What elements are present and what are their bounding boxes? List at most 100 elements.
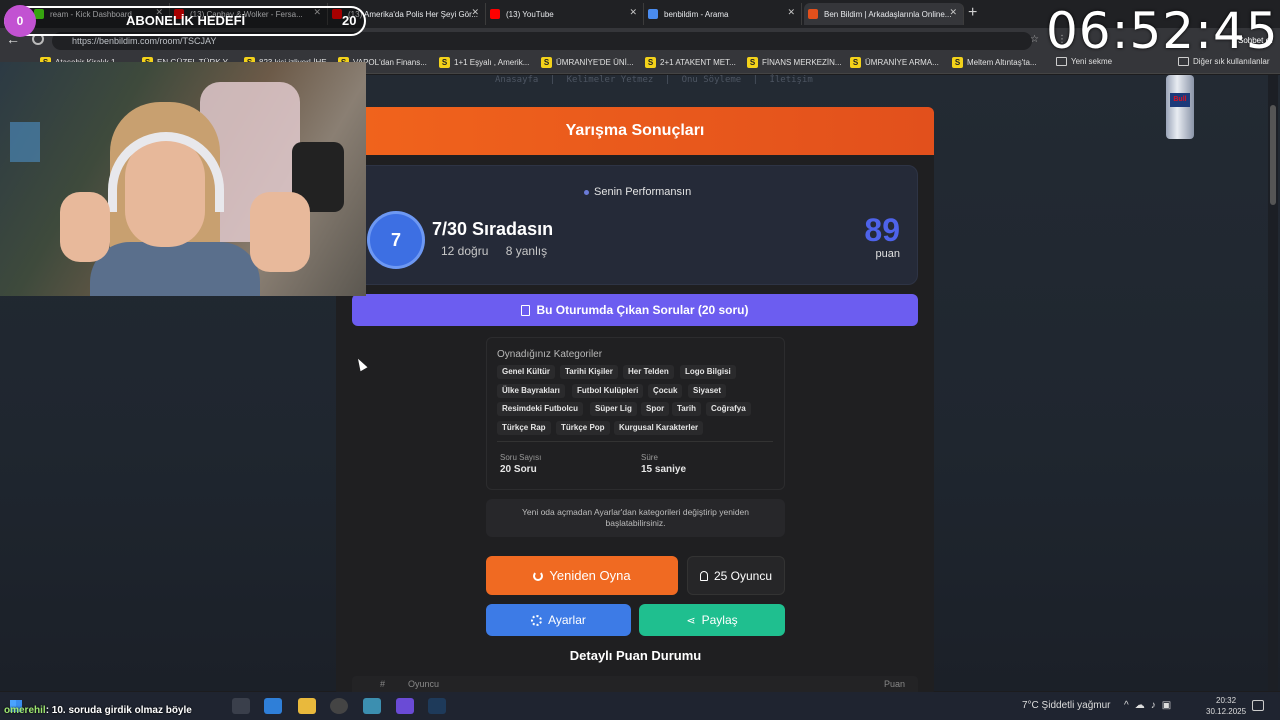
share-icon: ⋖ [686,614,696,627]
category-chip: Kurgusal Karakterler [614,421,704,435]
category-chip: Ülke Bayrakları [497,384,565,398]
detailed-score-title: Detaylı Puan Durumu [569,648,702,663]
tab-youtube[interactable]: (13) YouTube ✕ [486,3,644,25]
category-chip: Çocuk [648,384,683,398]
tab-label: (13) YouTube [506,9,554,19]
obs-icon[interactable] [330,698,348,714]
new-tab-button[interactable]: + [968,4,977,22]
category-chip: Türkçe Rap [497,421,551,435]
bookmark-s-icon: S [645,57,656,68]
bookmark-item[interactable]: S Meltem Altıntaş'ta... [952,57,1037,68]
players-button[interactable]: 25 Oyuncu [687,556,785,595]
bookmark-s-icon: S [747,57,758,68]
settings-hint: Yeni oda açmadan Ayarlar'dan kategoriler… [486,499,785,537]
goal-target: 20 [342,13,357,28]
bookmark-item[interactable]: S 2+1 ATAKENT MET... [645,57,736,68]
settings-button[interactable]: Ayarlar [486,604,631,636]
category-chip: Tarihi Kişiler [560,365,618,379]
chat-username: omerehil [4,705,46,716]
system-tray-icons[interactable]: ^☁♪▣ [1124,700,1177,711]
explorer-icon[interactable] [298,698,316,714]
categories-title: Oynadığınız Kategoriler [497,349,603,360]
category-chip: Süper Lig [590,402,637,416]
webcam-feed [0,62,366,296]
close-icon[interactable]: ✕ [949,7,957,18]
bookmark-s-icon: S [952,57,963,68]
tab-label: (13) Amerika'da Polis Her Şeyi Gör... [348,9,479,19]
bookmark-s-icon: S [850,57,861,68]
notification-icon[interactable] [1252,700,1264,711]
benbildim-icon [808,9,818,19]
tab-label: benbildim - Arama [664,9,729,19]
app-icon[interactable] [363,698,381,714]
nav-home[interactable]: Anasayfa [495,75,538,85]
category-chip: Genel Kültür [497,365,556,379]
score-value: 89 [864,212,900,248]
document-icon [521,304,531,316]
goal-current: 0 [4,5,36,37]
chat-message: omerehil: 10. soruda girdik olmaz böyle [4,705,192,716]
tab-label: Ben Bildim | Arkadaşlarınla Online... [824,9,952,19]
bookmark-item[interactable]: S 1+1 Eşyalı , Amerik... [439,57,529,68]
time-text: 20:32 [1216,696,1237,705]
site-nav: Anasayfa | Kelimeler Yetmez | Onu Söylem… [495,75,813,85]
duration-value: 15 saniye [641,464,687,475]
score-unit: puan [875,248,900,260]
tab-benbildim-search[interactable]: benbildim - Arama ✕ [644,3,802,25]
col-score: Puan [884,679,906,689]
scrollbar-thumb[interactable] [1270,105,1276,205]
energy-drink-can: Bull [1166,75,1194,139]
col-player: Oyuncu [408,679,440,689]
weather-widget[interactable]: 7°C Şiddetli yağmur [1022,700,1110,711]
gear-icon [531,614,543,626]
nav-kelimeler-yetmez[interactable]: Kelimeler Yetmez [567,75,654,85]
user-icon [699,570,708,581]
session-questions-button[interactable]: Bu Oturumda Çıkan Sorular (20 soru) [352,294,918,326]
divider [497,441,773,442]
refresh-icon [533,570,544,581]
rank-badge: 7 [370,214,422,266]
share-button[interactable]: ⋖ Paylaş [639,604,785,636]
performance-label: Senin Performansın [584,186,691,198]
category-chip: Logo Bilgisi [680,365,736,379]
category-chip: Futbol Kulüpleri [572,384,644,398]
rank-text: 7/30 Sıradasın [432,219,554,239]
scrollbar[interactable] [1268,75,1278,691]
steam-icon[interactable] [428,698,446,714]
nav-iletisim[interactable]: İletişim [769,75,812,85]
nav-onu-soyleme[interactable]: Onu Söyleme [682,75,742,85]
correct-count: 12 doğru [441,244,489,258]
dot-icon [584,189,589,195]
close-icon[interactable]: ✕ [629,7,637,18]
close-icon[interactable]: ✕ [787,7,795,18]
tab-ben-bildim-active[interactable]: Ben Bildim | Arkadaşlarınla Online... ✕ [804,3,964,25]
results-header: Yarışma Sonuçları [336,107,934,155]
close-icon[interactable]: ✕ [471,7,479,18]
taskbar-clock[interactable]: 20:32 30.12.2025 [1206,695,1246,717]
bookmark-item[interactable]: S FİNANS MERKEZİN... [747,57,842,68]
replay-button[interactable]: Yeniden Oyna [486,556,678,595]
category-chip: Siyaset [688,384,727,398]
col-rank: # [380,679,386,689]
answer-stats: 12 doğru 8 yanlış [441,244,561,258]
duration-label: Süre [641,453,658,462]
bookmark-item[interactable]: S ÜMRANİYE'DE ÜNİ... [541,57,634,68]
task-view-icon[interactable] [232,698,250,714]
bookmark-item[interactable]: S ÜMRANİYE ARMA... [850,57,939,68]
wrong-count: 8 yanlış [505,244,548,258]
bookmark-s-icon: S [439,57,450,68]
edge-icon[interactable] [264,698,282,714]
bookmark-s-icon: S [541,57,552,68]
category-chip: Türkçe Pop [556,421,610,435]
category-chip: Spor [641,402,670,416]
youtube-icon [490,9,500,19]
chat-button-label[interactable]: Sohbet et [1238,36,1272,45]
chat-text: : 10. soruda girdik olmaz böyle [45,705,192,716]
category-chip: Resimdeki Futbolcu [497,402,584,416]
stream-clock: 06:52:45 [1046,2,1279,60]
question-count-label: Soru Sayısı [500,453,542,462]
discord-icon[interactable] [396,698,414,714]
question-count-value: 20 Soru [500,464,537,475]
category-chip: Coğrafya [706,402,751,416]
search-icon [648,9,658,19]
